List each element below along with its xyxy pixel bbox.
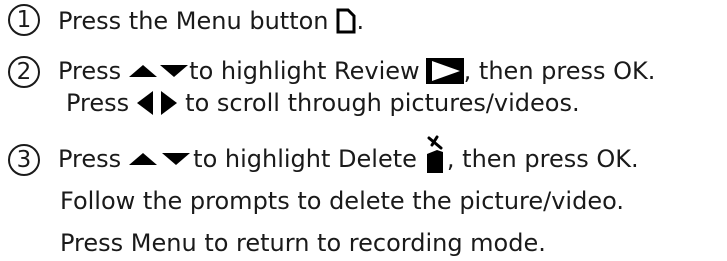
step-3-line-1: Press to highlight Delete , then press O… bbox=[58, 135, 639, 174]
step-2-ok-text: , then press OK. bbox=[463, 57, 656, 85]
step-2-press2-text: Press bbox=[66, 89, 130, 117]
step-number-text: 2 bbox=[16, 58, 32, 85]
review-play-icon bbox=[425, 58, 464, 84]
step-1-line-1: Press the Menu button . bbox=[58, 6, 364, 36]
left-right-arrows-icon bbox=[137, 91, 178, 115]
step-2-press-text: Press bbox=[58, 57, 122, 85]
step-1-text: Press the Menu button bbox=[58, 7, 329, 35]
step-number-1: 1 bbox=[8, 4, 40, 36]
step-2-line-2: Press to scroll through pictures/videos. bbox=[66, 88, 580, 118]
step-number-3: 3 bbox=[8, 144, 40, 176]
step-number-text: 1 bbox=[16, 6, 32, 33]
step-3-return-text: Press Menu to return to recording mode. bbox=[60, 229, 546, 257]
step-2-scroll-text: to scroll through pictures/videos. bbox=[185, 89, 580, 117]
menu-button-icon bbox=[336, 8, 355, 34]
step-1-period: . bbox=[356, 7, 365, 35]
delete-trash-icon bbox=[426, 135, 443, 173]
step-3-follow-text: Follow the prompts to delete the picture… bbox=[60, 187, 624, 215]
step-number-text: 3 bbox=[16, 146, 32, 173]
up-down-arrows-icon bbox=[129, 65, 189, 77]
step-3-ok-text: , then press OK. bbox=[446, 145, 639, 173]
step-3-line-3: Press Menu to return to recording mode. bbox=[60, 228, 546, 258]
up-down-arrows-icon bbox=[129, 153, 191, 165]
step-3-line-2: Follow the prompts to delete the picture… bbox=[60, 186, 624, 216]
step-number-2: 2 bbox=[8, 56, 40, 88]
step-2-highlight-text: to highlight Review bbox=[189, 57, 420, 85]
step-2-line-1: Press to highlight Review , then press O… bbox=[58, 56, 655, 86]
step-3-press-text: Press bbox=[58, 145, 122, 173]
step-3-highlight-text: to highlight Delete bbox=[193, 145, 417, 173]
